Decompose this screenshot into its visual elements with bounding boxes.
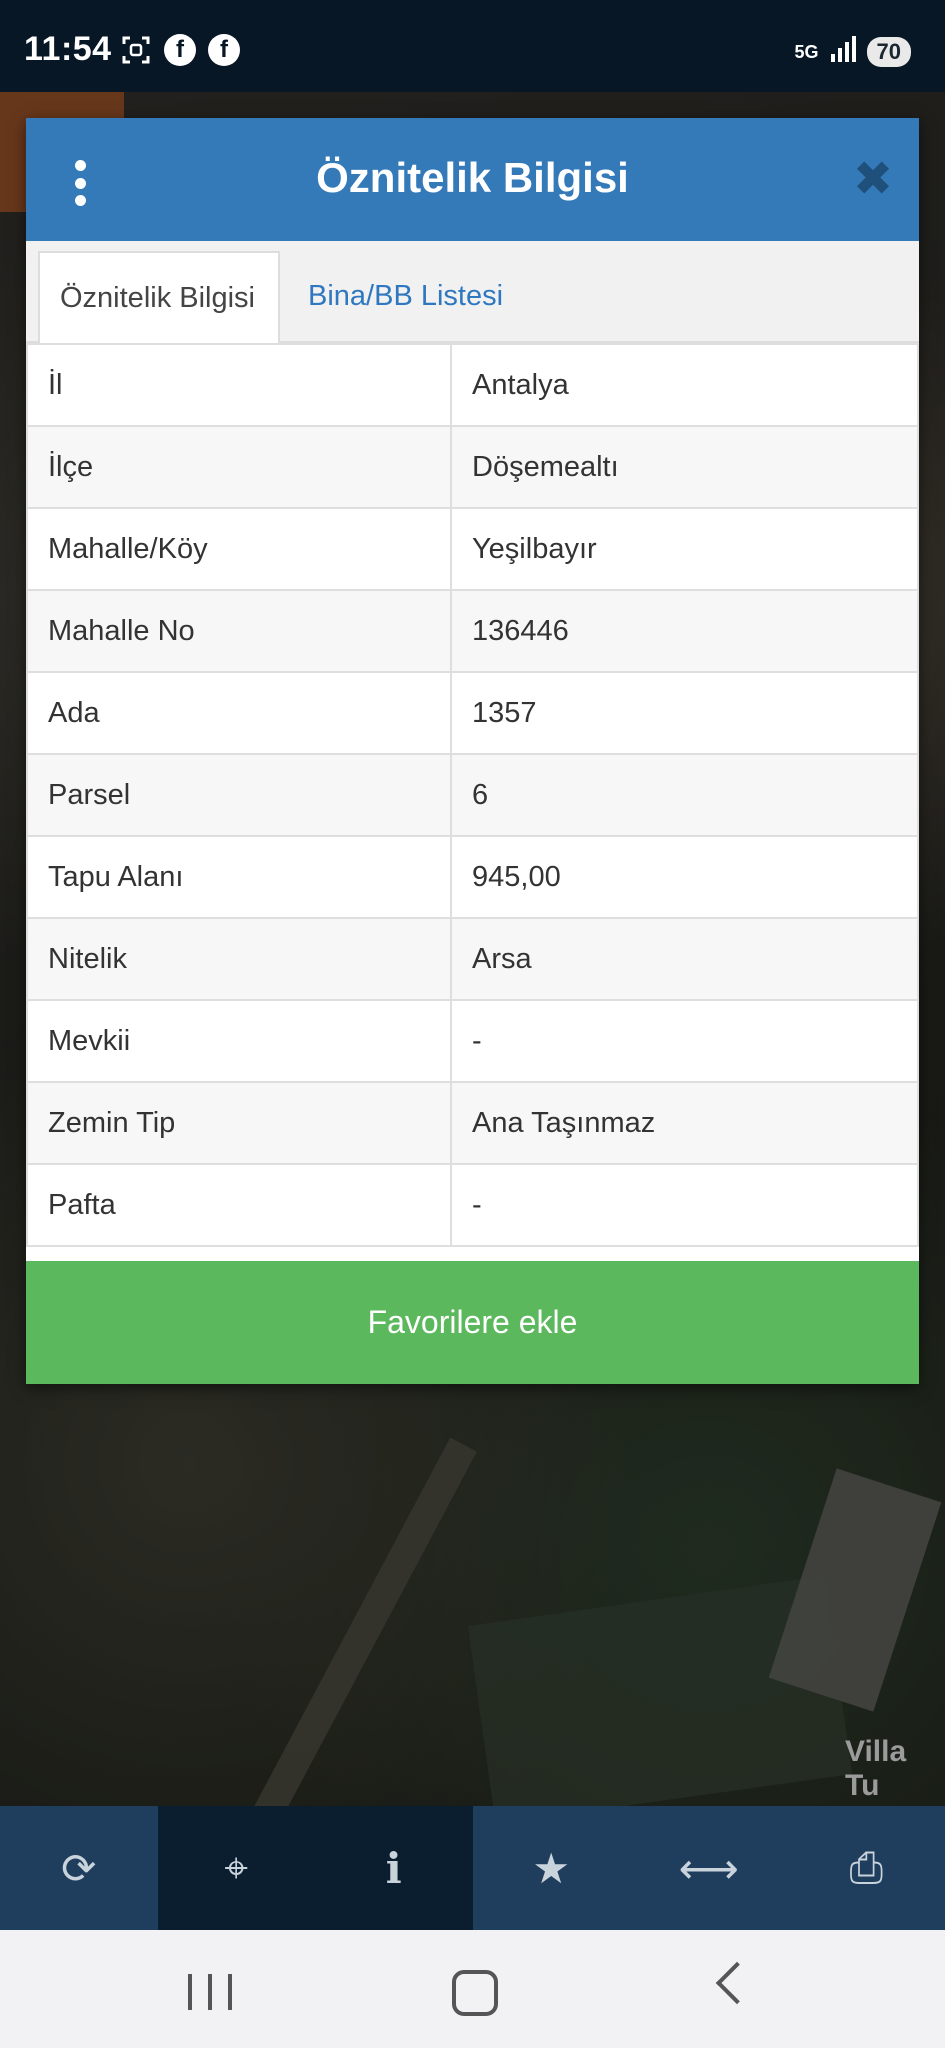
favorites-button[interactable]: ★: [473, 1806, 631, 1930]
attribute-key: Mahalle No: [26, 589, 452, 673]
screenshot-icon: [120, 34, 152, 66]
table-row: Mahalle/Köy Yeşilbayır: [26, 507, 919, 591]
attribute-key: Ada: [26, 671, 452, 755]
table-row: Pafta -: [26, 1163, 919, 1247]
attribute-value: -: [450, 999, 919, 1083]
facebook-icon: f: [208, 34, 240, 66]
table-row: Zemin Tip Ana Taşınmaz: [26, 1081, 919, 1165]
tab-building-list[interactable]: Bina/BB Listesi: [288, 251, 523, 341]
dialog-header: Öznitelik Bilgisi ✖: [26, 118, 919, 241]
attribute-value: 136446: [450, 589, 919, 673]
attribute-value: Ana Taşınmaz: [450, 1081, 919, 1165]
table-row: İlçe Döşemealtı: [26, 425, 919, 509]
attribute-value: 1357: [450, 671, 919, 755]
attribute-key: Mevkii: [26, 999, 452, 1083]
attribute-key: Pafta: [26, 1163, 452, 1247]
info-button[interactable]: i: [315, 1806, 473, 1930]
recent-apps-button[interactable]: [188, 1974, 232, 2010]
attribute-key: Parsel: [26, 753, 452, 837]
attribute-key: İl: [26, 343, 452, 427]
dialog-title: Öznitelik Bilgisi: [316, 154, 629, 201]
tab-attribute-info[interactable]: Öznitelik Bilgisi: [38, 251, 280, 343]
table-row: Tapu Alanı 945,00: [26, 835, 919, 919]
signal-icon: [829, 36, 857, 67]
attribute-key: Nitelik: [26, 917, 452, 1001]
locate-icon: ⌖: [224, 1843, 249, 1891]
attribute-value: Yeşilbayır: [450, 507, 919, 591]
table-row: Parsel 6: [26, 753, 919, 837]
attribute-key: Zemin Tip: [26, 1081, 452, 1165]
bottom-toolbar: ⟳ ⌖ i ★ ⟷ ⎙: [0, 1806, 945, 1930]
table-row: Nitelik Arsa: [26, 917, 919, 1001]
attribute-value: Döşemealtı: [450, 425, 919, 509]
tab-bar: Öznitelik Bilgisi Bina/BB Listesi: [26, 241, 919, 343]
status-notification-icons: f f: [120, 34, 240, 66]
locate-button[interactable]: ⌖: [157, 1806, 315, 1930]
measure-button[interactable]: ⟷: [630, 1806, 788, 1930]
attribute-key: Tapu Alanı: [26, 835, 452, 919]
status-bar: 11:54 f f 5G 70: [0, 0, 945, 92]
battery-indicator: 70: [866, 36, 911, 67]
info-icon: i: [385, 1843, 402, 1893]
attribute-table: İl Antalya İlçe Döşemealtı Mahalle/Köy Yeşilb…: [26, 343, 919, 1247]
print-button[interactable]: ⎙: [788, 1806, 945, 1930]
refresh-icon: ⟳: [61, 1844, 97, 1892]
table-row: İl Antalya: [26, 343, 919, 427]
system-nav-bar: [0, 1930, 945, 2048]
measure-icon: ⟷: [678, 1844, 739, 1892]
attribute-value: Arsa: [450, 917, 919, 1001]
table-row: Mahalle No 136446: [26, 589, 919, 673]
star-icon: ★: [532, 1844, 571, 1892]
attribute-value: Antalya: [450, 343, 919, 427]
back-button[interactable]: [715, 1961, 759, 2005]
attribute-key: İlçe: [26, 425, 452, 509]
status-time: 11:54: [24, 30, 112, 68]
attribute-dialog: Öznitelik Bilgisi ✖ Öznitelik Bilgisi Bi…: [26, 118, 919, 1384]
facebook-icon: f: [164, 34, 196, 66]
attribute-value: 945,00: [450, 835, 919, 919]
close-button[interactable]: ✖: [851, 156, 895, 204]
add-to-favorites-button[interactable]: Favorilere ekle: [26, 1261, 919, 1384]
network-type: 5G: [794, 41, 819, 62]
table-row: Ada 1357: [26, 671, 919, 755]
status-right: 5G 70: [794, 36, 911, 67]
refresh-button[interactable]: ⟳: [0, 1806, 158, 1930]
table-row: Mevkii -: [26, 999, 919, 1083]
home-button[interactable]: [452, 1970, 498, 2016]
attribute-key: Mahalle/Köy: [26, 507, 452, 591]
print-icon: ⎙: [849, 1843, 884, 1891]
attribute-value: -: [450, 1163, 919, 1247]
attribute-value: 6: [450, 753, 919, 837]
